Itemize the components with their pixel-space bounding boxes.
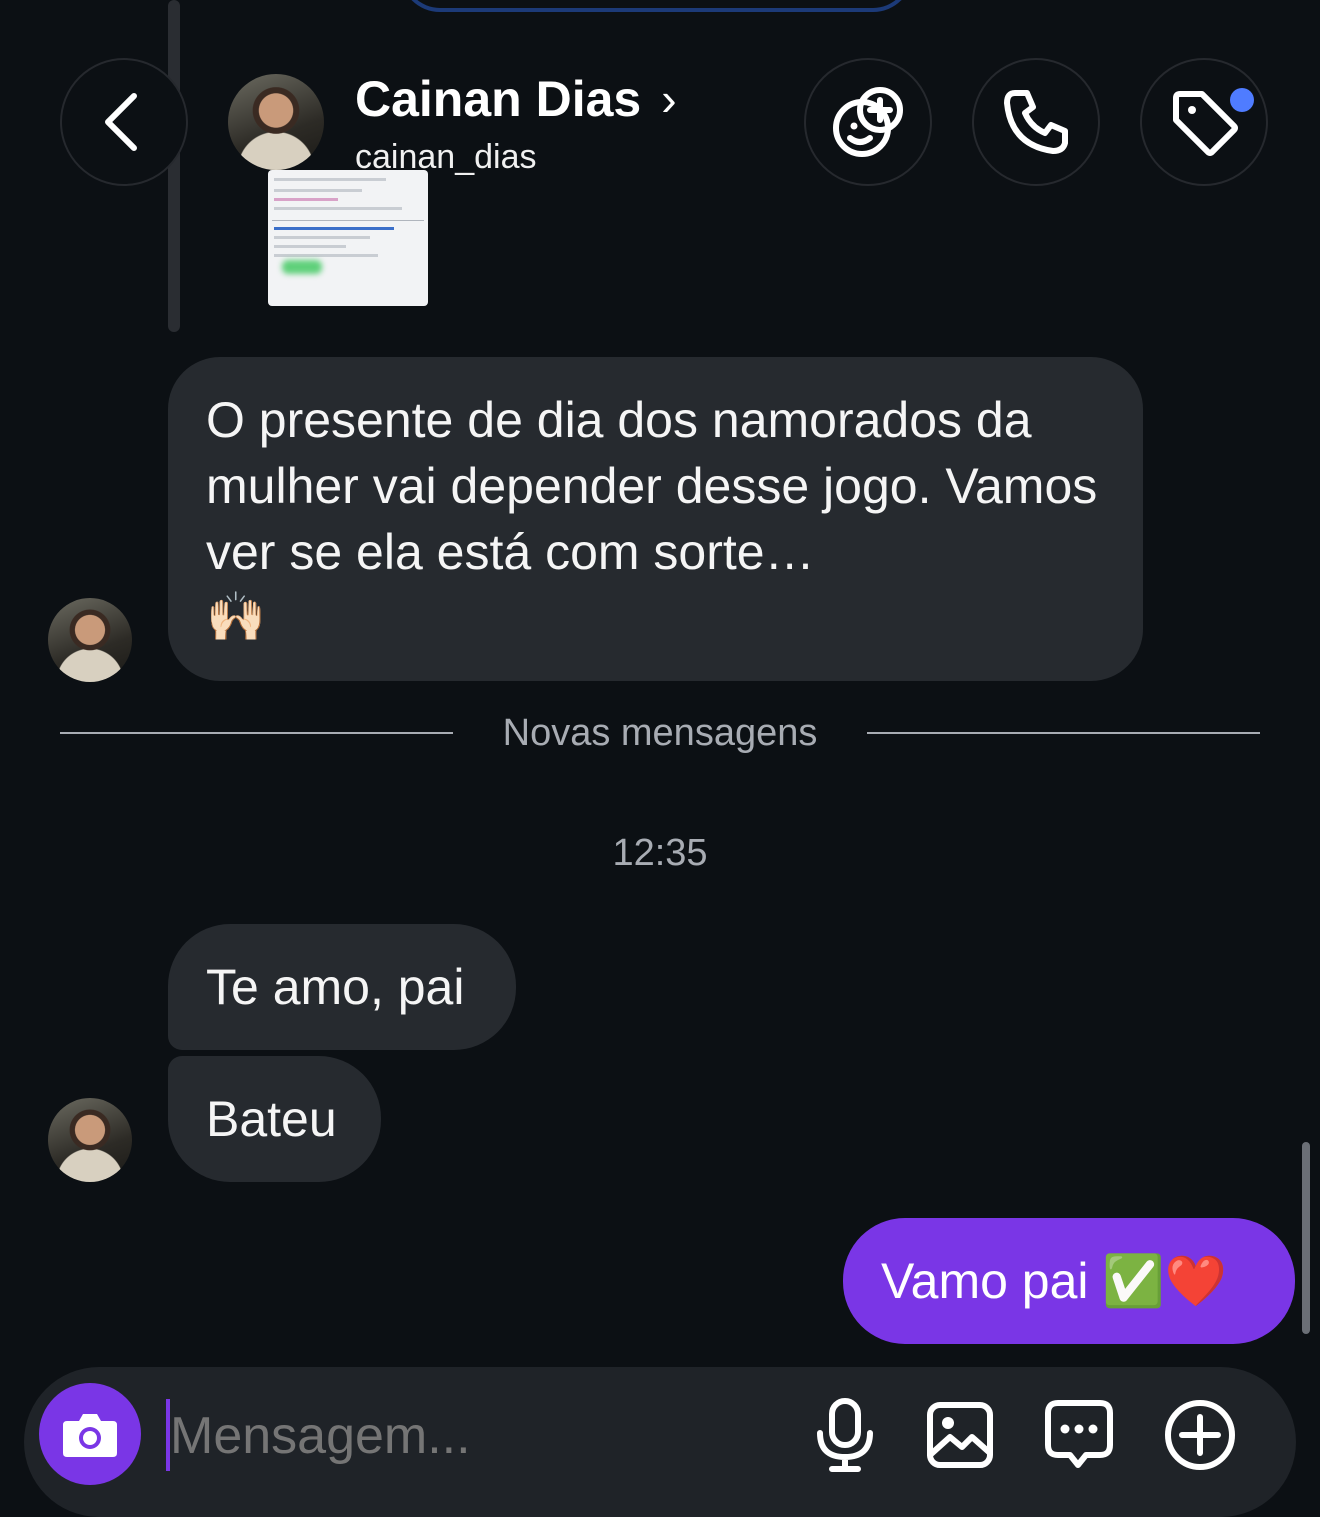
- tag-button[interactable]: [1140, 58, 1268, 186]
- sender-avatar: [48, 598, 132, 682]
- notification-dot: [1230, 88, 1254, 112]
- call-button[interactable]: [972, 58, 1100, 186]
- plus-circle-icon: [1165, 1400, 1235, 1470]
- camera-button[interactable]: [39, 1383, 141, 1485]
- phone-icon: [1004, 90, 1068, 154]
- contact-username: cainan_dias: [355, 138, 537, 176]
- message-bubble-outgoing[interactable]: Vamo pai ✅❤️: [843, 1218, 1295, 1344]
- chat-button[interactable]: [1044, 1399, 1114, 1471]
- message-text: Bateu: [206, 1091, 337, 1147]
- gallery-button[interactable]: [926, 1401, 994, 1469]
- camera-icon: [63, 1414, 117, 1457]
- microphone-icon: [817, 1398, 873, 1472]
- header-avatar[interactable]: [228, 74, 324, 170]
- sender-avatar: [48, 1098, 132, 1182]
- contact-name: Cainan Dias: [355, 71, 642, 127]
- contact-name-row[interactable]: Cainan Dias ›: [355, 70, 677, 128]
- message-text: Te amo, pai: [206, 959, 465, 1015]
- tag-icon: [1173, 91, 1238, 156]
- message-bubble-incoming[interactable]: O presente de dia dos namorados da mulhe…: [168, 357, 1143, 681]
- message-bubble-incoming[interactable]: Te amo, pai: [168, 924, 516, 1050]
- message-bubble-incoming[interactable]: Bateu: [168, 1056, 381, 1182]
- message-composer: [24, 1367, 1296, 1517]
- timestamp: 12:35: [612, 832, 708, 874]
- back-button[interactable]: [60, 58, 188, 186]
- shared-image-preview[interactable]: [268, 170, 428, 306]
- sticker-add-icon: [833, 87, 903, 157]
- image-icon: [927, 1402, 993, 1468]
- scrolled-content-edge: [400, 0, 913, 12]
- chevron-right-icon: ›: [661, 73, 677, 125]
- scrollbar[interactable]: [1302, 1142, 1310, 1334]
- message-text: O presente de dia dos namorados da mulhe…: [206, 392, 1098, 580]
- chat-bubble-icon: [1045, 1400, 1113, 1468]
- divider-right: [867, 732, 1260, 734]
- more-options-button[interactable]: [1164, 1399, 1236, 1471]
- microphone-button[interactable]: [812, 1397, 878, 1473]
- chevron-left-icon: [105, 93, 137, 151]
- message-input[interactable]: [168, 1393, 772, 1479]
- new-messages-label: Novas mensagens: [502, 712, 818, 754]
- message-text: Vamo pai ✅❤️: [881, 1252, 1227, 1309]
- sticker-button[interactable]: [804, 58, 932, 186]
- raised-hands-emoji: 🙌🏻: [206, 591, 266, 644]
- divider-left: [60, 732, 453, 734]
